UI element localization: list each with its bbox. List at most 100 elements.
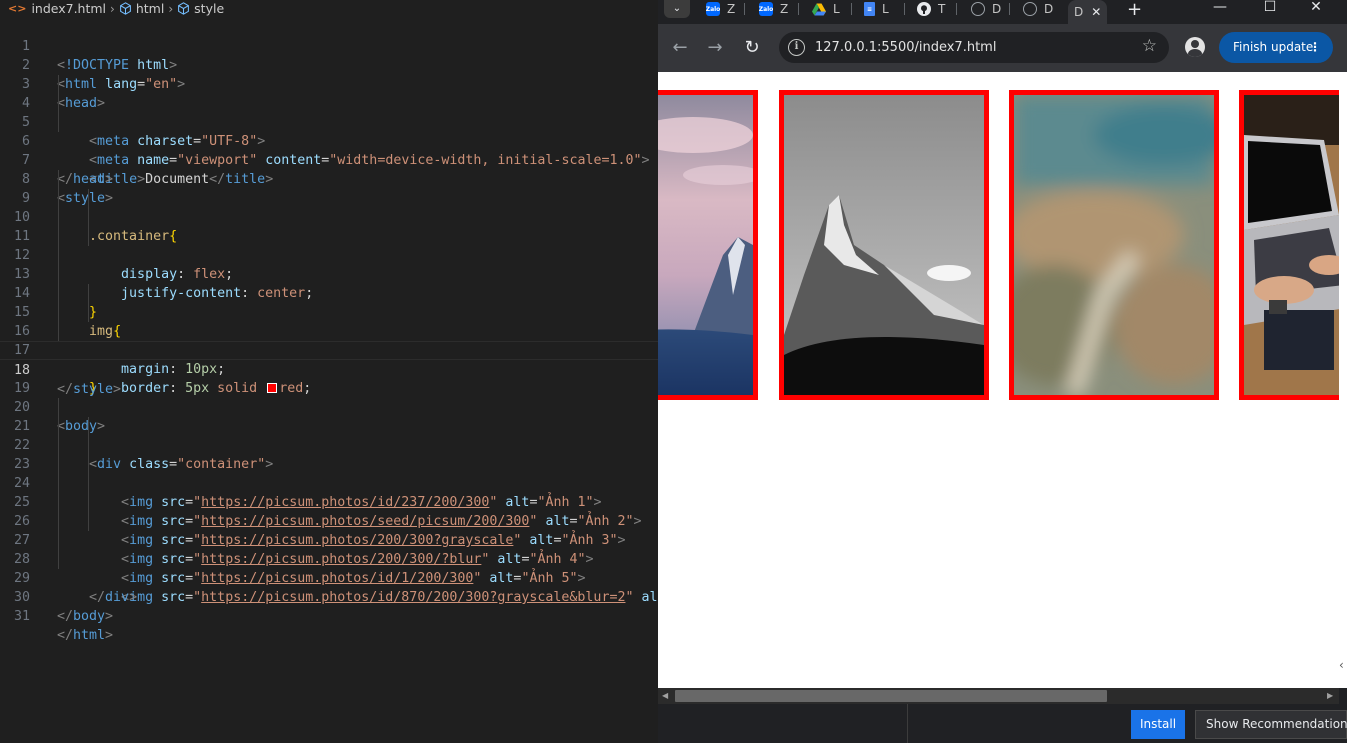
tab-strip: ⌄ Zalo Z Zalo Z L ≡ L T D D D ✕ + — ☐ ✕ — [658, 0, 1347, 24]
code-line[interactable]: 21 <div class="container"> — [0, 398, 658, 472]
tab-divider — [904, 3, 905, 15]
tab-divider — [956, 3, 957, 15]
tab[interactable]: L — [812, 0, 840, 18]
site-info-icon[interactable]: i — [788, 39, 805, 56]
code-editor[interactable]: <> index7.html › html › style 1 <!DOCTYP… — [0, 0, 658, 743]
arrow-right-icon: → — [707, 37, 723, 58]
code-line[interactable]: 15 margin: 10px; — [0, 284, 658, 377]
code-line[interactable]: 5 <meta name="viewport" content="width=d… — [0, 94, 658, 168]
code-line[interactable]: 23 <img src="https://picsum.photos/seed/… — [0, 436, 658, 529]
breadcrumb-file[interactable]: <> index7.html — [8, 1, 106, 16]
tab[interactable]: Zalo Z — [706, 0, 735, 18]
new-tab-button[interactable]: + — [1127, 0, 1142, 20]
chevron-down-icon: ⌄ — [672, 3, 682, 14]
indent-guide — [88, 303, 89, 322]
vertical-scrollbar[interactable]: ‹ — [1339, 72, 1347, 688]
indent-guide — [88, 436, 89, 455]
install-button[interactable]: Install — [1131, 710, 1185, 739]
finish-update-button[interactable]: Finish update ⋮ — [1219, 32, 1333, 63]
tab-label: Z — [780, 2, 789, 16]
laptop-image — [1244, 95, 1339, 395]
indent-guide — [58, 227, 59, 246]
tab[interactable]: Zalo Z — [759, 0, 788, 18]
google-docs-icon: ≡ — [864, 2, 875, 16]
code-line[interactable]: 27 <img src="https://picsum.photos/id/87… — [0, 512, 658, 605]
code-line[interactable]: 1 <!DOCTYPE html> — [0, 18, 658, 73]
code-line[interactable]: 6 <title>Document</title> — [0, 113, 658, 187]
tab[interactable]: D — [971, 0, 1001, 18]
tab-divider — [851, 3, 852, 15]
code-line[interactable]: 9 .container{ — [0, 170, 658, 244]
code-line[interactable]: 28 </div> — [0, 531, 658, 605]
horizontal-scrollbar[interactable]: ◀ ▶ — [658, 688, 1339, 704]
profile-avatar-icon[interactable] — [1185, 37, 1205, 57]
tab-label: L — [833, 2, 840, 16]
more-vert-icon: ⋮ — [1309, 40, 1321, 54]
code-area[interactable]: 1 <!DOCTYPE html> 2 <html lang="en"> 3 <… — [0, 18, 658, 643]
code-line[interactable]: 20 <body> — [0, 379, 658, 434]
indent-guide — [58, 531, 59, 550]
code-line[interactable]: 11 justify-content: center; — [0, 208, 658, 301]
line-text: </html> — [57, 628, 114, 643]
indent-guide — [88, 512, 89, 531]
code-line[interactable]: 10 display: flex; — [0, 189, 658, 282]
code-line[interactable]: 30 </body> — [0, 569, 658, 624]
indent-guide — [58, 265, 59, 284]
code-line[interactable]: 13 } — [0, 246, 658, 320]
code-line[interactable]: 31 </html> — [0, 588, 658, 643]
indent-guide — [58, 284, 59, 303]
maximize-button[interactable]: ☐ — [1247, 0, 1293, 18]
code-line[interactable]: 19 — [0, 360, 658, 396]
indent-guide — [58, 208, 59, 227]
code-line[interactable]: 22 <img src="https://picsum.photos/id/23… — [0, 417, 658, 510]
url-text[interactable]: 127.0.0.1:5500/index7.html — [815, 32, 996, 63]
code-line[interactable]: 3 <head> — [0, 56, 658, 111]
image-frame[interactable] — [658, 90, 758, 400]
tab-active[interactable]: D ✕ — [1068, 0, 1108, 24]
indent-guide — [58, 246, 59, 265]
arrow-left-icon: ← — [672, 37, 688, 58]
address-bar[interactable]: i 127.0.0.1:5500/index7.html ☆ — [779, 32, 1169, 63]
code-line[interactable]: 24 <img src="https://picsum.photos/200/3… — [0, 455, 658, 548]
code-line[interactable]: 16 border: 5px solid red; — [0, 303, 658, 396]
browser-window: ⌄ Zalo Z Zalo Z L ≡ L T D D D ✕ + — ☐ ✕ … — [658, 0, 1347, 743]
scrollbar-thumb[interactable] — [675, 690, 1107, 702]
breadcrumb-html[interactable]: html — [119, 1, 164, 16]
code-line[interactable]: 17 } — [0, 322, 658, 396]
indent-guide — [88, 227, 89, 246]
tab[interactable]: D — [1023, 0, 1053, 18]
indent-guide — [58, 398, 59, 417]
image-frame[interactable] — [1239, 90, 1339, 400]
tab[interactable]: ≡ L — [864, 0, 889, 18]
tab[interactable]: T — [917, 0, 945, 18]
image-frame[interactable] — [1009, 90, 1219, 400]
reload-button[interactable]: ↻ — [740, 36, 764, 60]
scroll-left-icon[interactable]: ◀ — [662, 688, 668, 704]
code-line[interactable]: 14 img{ — [0, 265, 658, 339]
code-line[interactable]: 25 <img src="https://picsum.photos/200/3… — [0, 474, 658, 567]
breadcrumb-style[interactable]: style — [177, 1, 224, 16]
code-line[interactable]: 26 <img src="https://picsum.photos/id/1/… — [0, 493, 658, 586]
code-line[interactable]: 8 <style> — [0, 151, 658, 206]
indent-guide — [88, 493, 89, 512]
code-line[interactable]: 29 — [0, 550, 658, 586]
code-line[interactable]: 4 <meta charset="UTF-8"> — [0, 75, 658, 149]
github-icon — [917, 2, 931, 16]
code-line[interactable]: 2 <html lang="en"> — [0, 37, 658, 92]
scroll-right-icon[interactable]: ▶ — [1327, 688, 1333, 704]
bookmark-star-icon[interactable]: ☆ — [1142, 36, 1157, 56]
code-line[interactable]: 12 — [0, 227, 658, 263]
code-line[interactable]: 7 </head> — [0, 132, 658, 187]
image-frame[interactable] — [779, 90, 989, 400]
indent-guide — [58, 512, 59, 531]
show-recommendations-button[interactable]: Show Recommendations — [1195, 710, 1347, 739]
close-tab-icon[interactable]: ✕ — [1091, 5, 1101, 19]
back-button[interactable]: ← — [668, 36, 692, 60]
code-line-active[interactable]: 18 </style> — [0, 341, 658, 397]
close-window-button[interactable]: ✕ — [1293, 0, 1339, 18]
cube-icon — [119, 2, 131, 15]
forward-button[interactable]: → — [703, 36, 727, 60]
page-viewport[interactable] — [658, 72, 1339, 688]
minimize-button[interactable]: — — [1197, 0, 1243, 18]
tab-search-button[interactable]: ⌄ — [664, 0, 690, 18]
